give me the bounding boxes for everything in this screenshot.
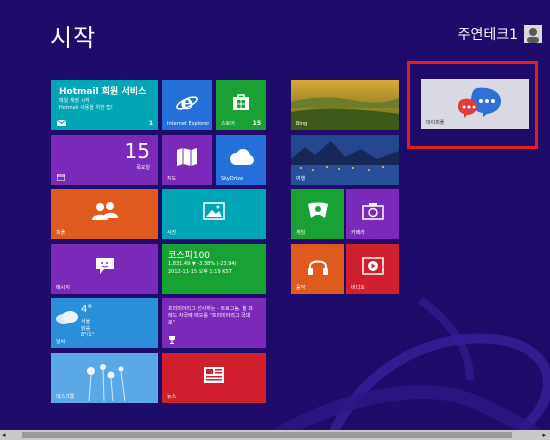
tile-messaging[interactable]: 메시지 bbox=[51, 244, 158, 294]
scroll-left-arrow-icon[interactable]: ◂ bbox=[2, 431, 6, 439]
news-label: 뉴스 bbox=[167, 394, 177, 400]
tile-maps[interactable]: 지도 bbox=[162, 135, 212, 185]
chat-icon bbox=[95, 258, 114, 274]
hotmail-line1: 메일 계정 시작 bbox=[59, 98, 90, 104]
horizontal-scrollbar[interactable]: ◂ ▸ bbox=[0, 430, 550, 440]
tile-video[interactable]: 비디오 bbox=[346, 244, 399, 294]
tile-desktop[interactable]: 데스크톱 bbox=[51, 353, 158, 403]
tile-travel[interactable]: 여행 bbox=[291, 135, 399, 185]
photos-label: 사진 bbox=[167, 230, 177, 236]
tile-skydrive[interactable]: SkyDrive bbox=[216, 135, 266, 185]
tile-news[interactable]: 뉴스 bbox=[162, 353, 266, 403]
svg-text:e: e bbox=[181, 91, 194, 113]
weather-temp: 4° bbox=[81, 304, 93, 315]
tile-store[interactable]: 스토어 15 bbox=[216, 80, 266, 130]
desktop-label: 데스크톱 bbox=[56, 394, 75, 400]
finance-line2: 2012-11-15 오후 1:19 KST bbox=[168, 269, 232, 275]
calendar-day: 15 bbox=[124, 139, 150, 163]
tile-music[interactable]: 음악 bbox=[291, 244, 344, 294]
tile-calendar[interactable]: 15 목요일 bbox=[51, 135, 158, 185]
weather-label: 날씨 bbox=[56, 339, 66, 345]
tile-bing[interactable]: Bing bbox=[291, 80, 399, 130]
store-icon bbox=[233, 94, 249, 110]
highlight-box bbox=[407, 61, 538, 149]
ie-label: Internet Explorer bbox=[167, 121, 210, 127]
hotmail-badge: 1 bbox=[148, 120, 153, 127]
gamepad-icon bbox=[307, 202, 328, 218]
page-title: 시작 bbox=[50, 24, 97, 52]
tile-finance[interactable]: 코스피100 1,831.49 ▼ -3.38% (-23.94) 2012-1… bbox=[162, 244, 266, 294]
sports-headline: 프리미어리그 선사하는 - 트로그놈. 윌 프레드 자국에 떠오를 "프리미어리… bbox=[168, 306, 253, 326]
weather-condition: 맑음 bbox=[81, 326, 91, 332]
tile-people[interactable]: 피플 bbox=[51, 189, 158, 239]
weather-icon bbox=[56, 311, 78, 324]
tile-camera[interactable]: 카메라 bbox=[346, 189, 399, 239]
messaging-label: 메시지 bbox=[56, 285, 70, 291]
finance-line1: 1,831.49 ▼ -3.38% (-23.94) bbox=[168, 261, 237, 267]
store-badge: 15 bbox=[252, 120, 261, 127]
maps-label: 지도 bbox=[167, 176, 177, 182]
tile-internet-explorer[interactable]: e Internet Explorer bbox=[162, 80, 212, 130]
bing-image bbox=[291, 80, 399, 130]
camera-label: 카메라 bbox=[351, 230, 365, 236]
travel-image bbox=[291, 135, 399, 185]
tile-sports[interactable]: 프리미어리그 선사하는 - 트로그놈. 윌 프레드 자국에 떠오를 "프리미어리… bbox=[162, 298, 266, 348]
weather-city: 서울 bbox=[81, 319, 91, 325]
cloud-icon bbox=[230, 149, 254, 165]
tile-photos[interactable]: 사진 bbox=[162, 189, 266, 239]
maps-icon bbox=[177, 148, 197, 166]
people-label: 피플 bbox=[56, 230, 66, 236]
tile-games[interactable]: 게임 bbox=[291, 189, 344, 239]
travel-label: 여행 bbox=[296, 176, 306, 182]
finance-title: 코스피100 bbox=[168, 251, 211, 261]
calendar-icon bbox=[57, 174, 65, 181]
user-icon bbox=[524, 25, 542, 43]
scroll-right-arrow-icon[interactable]: ▸ bbox=[542, 431, 546, 439]
hotmail-line2: Hotmail 사용을 위한 팁! bbox=[59, 105, 113, 111]
video-label: 비디오 bbox=[351, 285, 365, 291]
scroll-thumb[interactable] bbox=[22, 432, 512, 438]
tile-hotmail[interactable]: Hotmail 회원 서비스 메일 계정 시작 Hotmail 사용을 위한 팁… bbox=[51, 80, 158, 130]
trophy-icon bbox=[169, 336, 175, 344]
play-icon bbox=[361, 257, 384, 275]
photo-icon bbox=[203, 202, 225, 220]
store-label: 스토어 bbox=[221, 121, 235, 127]
news-icon bbox=[204, 367, 224, 383]
hotmail-title: Hotmail 회원 서비스 bbox=[59, 87, 147, 97]
calendar-weekday: 목요일 bbox=[136, 165, 150, 171]
ie-icon: e bbox=[176, 91, 198, 113]
music-label: 음악 bbox=[296, 285, 306, 291]
mail-icon bbox=[57, 120, 66, 126]
people-icon bbox=[91, 202, 118, 220]
user-name: 주연테크1 bbox=[457, 27, 518, 43]
skydrive-label: SkyDrive bbox=[221, 176, 244, 182]
camera-icon bbox=[361, 203, 384, 220]
user-account[interactable]: 주연테크1 bbox=[458, 24, 542, 44]
weather-range: 8°/1° bbox=[81, 332, 95, 338]
games-label: 게임 bbox=[296, 230, 306, 236]
tile-weather[interactable]: 4° 서울 맑음 8°/1° 날씨 bbox=[51, 298, 158, 348]
bing-label: Bing bbox=[296, 121, 308, 127]
headphones-icon bbox=[307, 260, 328, 275]
